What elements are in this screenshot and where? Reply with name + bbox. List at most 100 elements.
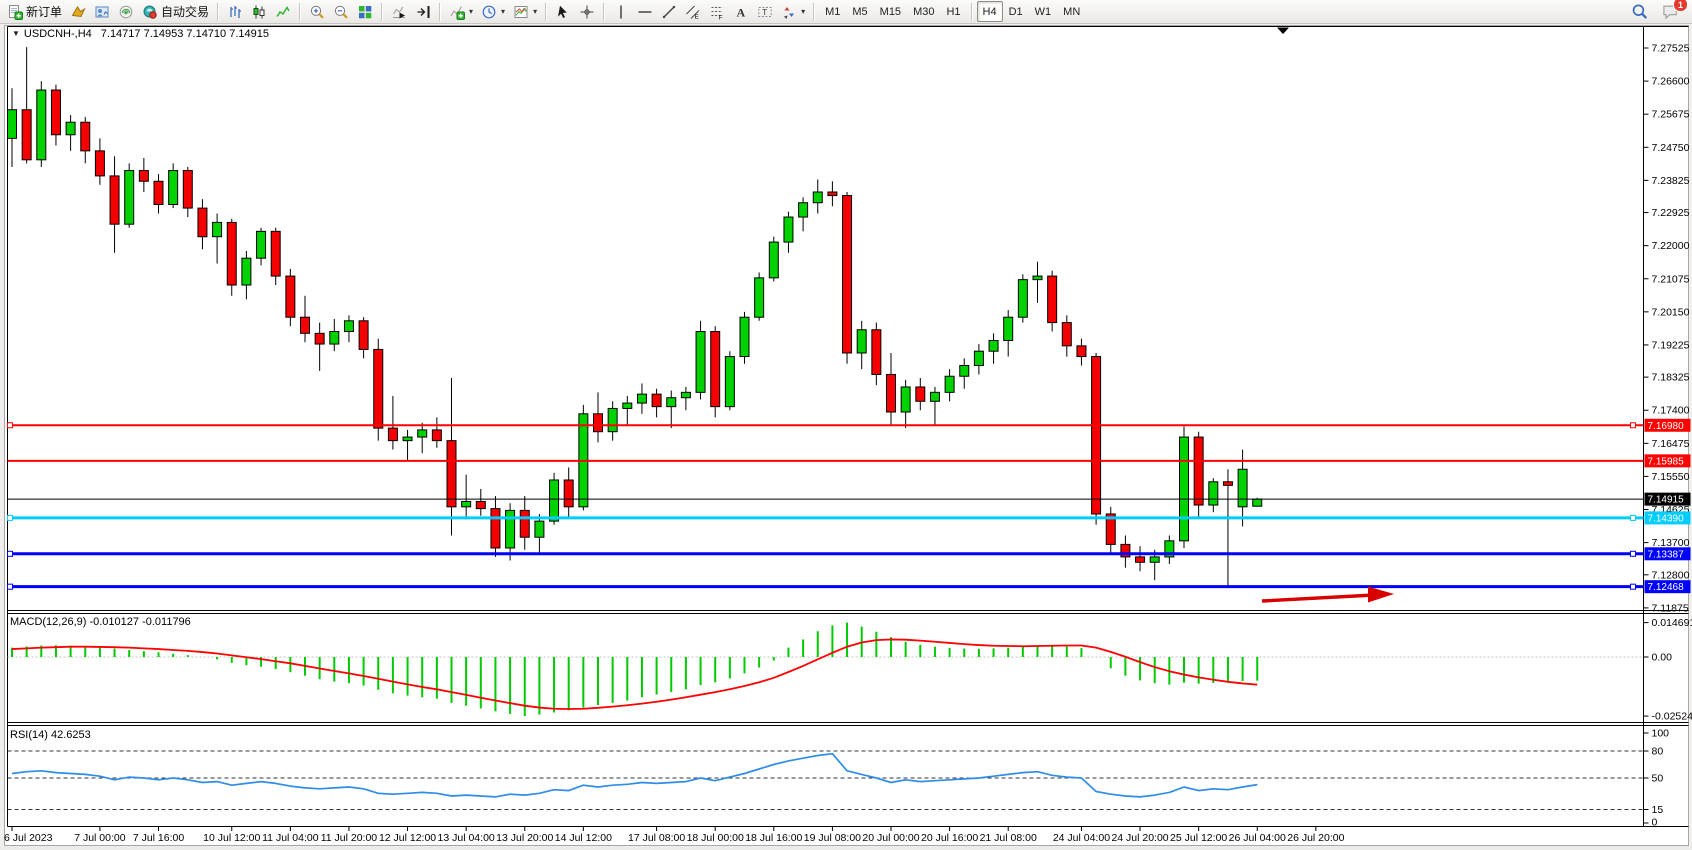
svg-text:T: T (762, 7, 767, 16)
price-badge-label: 7.15985 (1648, 456, 1685, 467)
ohlc-readout: 7.14717 7.14953 7.14710 7.14915 (101, 28, 269, 40)
time-tick-label: 24 Jul 04:00 (1053, 832, 1110, 844)
bull-candle (901, 387, 910, 412)
timeframe-H1-button[interactable]: H1 (940, 1, 966, 22)
timeframe-M1-button[interactable]: M1 (819, 1, 846, 22)
equidistant-channel-icon: E (685, 4, 701, 20)
line-handle[interactable] (1631, 551, 1636, 556)
equidistant-channel-button[interactable]: E (681, 0, 705, 23)
macd-scale-label: -0.02524 (1652, 711, 1692, 723)
bull-candle (330, 332, 339, 345)
price-tick-label: 7.17400 (1652, 405, 1690, 417)
dropdown-caret-icon: ▾ (469, 7, 473, 16)
fibonacci-button[interactable]: F (705, 0, 729, 23)
candlestick-chart-icon (251, 4, 267, 20)
bull-candle (418, 430, 427, 437)
price-tick-label: 7.20150 (1652, 306, 1690, 318)
macd-scale-label: 0.00 (1652, 652, 1673, 664)
timeframe-D1-button[interactable]: D1 (1003, 1, 1029, 22)
cursor-button[interactable] (551, 0, 575, 23)
timeframe-H4-button[interactable]: H4 (977, 1, 1003, 22)
bull-candle (1209, 482, 1218, 505)
bear-candle (198, 208, 207, 237)
autotrading-button[interactable]: 自动交易 (138, 0, 213, 23)
line-handle[interactable] (8, 584, 13, 589)
line-handle[interactable] (1631, 423, 1636, 428)
new-order-button[interactable]: 新订单 (3, 0, 66, 23)
symbol-dropdown-icon[interactable]: ▼ (12, 29, 20, 38)
macd-indicator-label: MACD(12,26,9) -0.010127 -0.011796 (10, 616, 191, 628)
notifications-button[interactable]: 1 (1658, 0, 1683, 23)
timeframe-W1-button[interactable]: W1 (1029, 1, 1058, 22)
toolbar-separator (381, 3, 383, 21)
bear-candle (491, 509, 500, 548)
time-tick-label: 6 Jul 2023 (4, 832, 53, 844)
horizontal-line-button[interactable] (633, 0, 657, 23)
bear-candle (388, 428, 397, 441)
toolbar-separator (603, 3, 605, 21)
line-handle[interactable] (1631, 584, 1636, 589)
chart-area[interactable]: 7.275257.266007.256757.247507.238257.229… (0, 0, 1692, 850)
auto-scroll-button[interactable] (387, 0, 411, 23)
bar-chart-button[interactable] (223, 0, 247, 23)
line-handle[interactable] (8, 551, 13, 556)
tile-windows-button[interactable] (353, 0, 377, 23)
signal-icon (118, 4, 134, 20)
text-icon: A (733, 4, 749, 20)
bull-candle (740, 317, 749, 356)
add-indicator-button[interactable]: ▾ (445, 0, 477, 23)
zoom-in-button[interactable] (305, 0, 329, 23)
timeframe-M30-button[interactable]: M30 (907, 1, 940, 22)
timeframe-MN-button[interactable]: MN (1057, 1, 1086, 22)
bull-candle (1253, 499, 1262, 506)
dropdown-caret-icon: ▾ (533, 7, 537, 16)
bear-candle (1194, 437, 1203, 505)
time-tick-label: 21 Jul 08:00 (980, 832, 1037, 844)
bull-candle (960, 366, 969, 377)
rsi-scale-label: 100 (1652, 728, 1670, 740)
text-label-button[interactable]: T (753, 0, 777, 23)
bull-candle (169, 171, 178, 205)
bull-candle (403, 437, 412, 441)
trendline-button[interactable] (657, 0, 681, 23)
price-tick-label: 7.22925 (1652, 207, 1690, 219)
periods-button[interactable]: ▾ (477, 0, 509, 23)
line-chart-icon (275, 4, 291, 20)
arrows-button[interactable]: ▾ (777, 0, 809, 23)
search-button[interactable] (1627, 0, 1652, 23)
line-chart-button[interactable] (271, 0, 295, 23)
time-tick-label: 24 Jul 20:00 (1111, 832, 1168, 844)
time-tick-label: 18 Jul 00:00 (687, 832, 744, 844)
bear-candle (286, 276, 295, 317)
chart-wizard-button[interactable] (66, 0, 90, 23)
rsi-scale-label: 15 (1652, 804, 1664, 816)
bull-candle (945, 376, 954, 392)
toolbar-separator (971, 3, 973, 21)
timeframe-M15-button[interactable]: M15 (874, 1, 907, 22)
dropdown-caret-icon: ▾ (801, 7, 805, 16)
terminal-window: 新订单 自动交易 ▾ ▾ ▾ EFA T ▾ M1M5M15M30H1 H4D1W1MN 1 7.… (0, 0, 1692, 850)
add-indicator-icon (449, 4, 465, 20)
profile-charts-button[interactable] (90, 0, 114, 23)
rsi-scale-label: 0 (1652, 817, 1658, 829)
bear-candle (1092, 357, 1101, 514)
line-handle[interactable] (8, 423, 13, 428)
price-tick-label: 7.21075 (1652, 273, 1690, 285)
bull-candle (213, 222, 222, 236)
line-handle[interactable] (1631, 515, 1636, 520)
price-tick-label: 7.23825 (1652, 175, 1690, 187)
zoom-out-button[interactable] (329, 0, 353, 23)
timeframe-M5-button[interactable]: M5 (846, 1, 873, 22)
bear-candle (139, 171, 148, 182)
crosshair-button[interactable] (575, 0, 599, 23)
templates-button[interactable]: ▾ (509, 0, 541, 23)
signal-button[interactable] (114, 0, 138, 23)
candlestick-chart-button[interactable] (247, 0, 271, 23)
bear-candle (916, 387, 925, 401)
line-handle[interactable] (8, 515, 13, 520)
vertical-line-button[interactable] (609, 0, 633, 23)
bear-candle (183, 171, 192, 209)
cursor-icon (555, 4, 571, 20)
text-button[interactable]: A (729, 0, 753, 23)
chart-shift-button[interactable] (411, 0, 435, 23)
